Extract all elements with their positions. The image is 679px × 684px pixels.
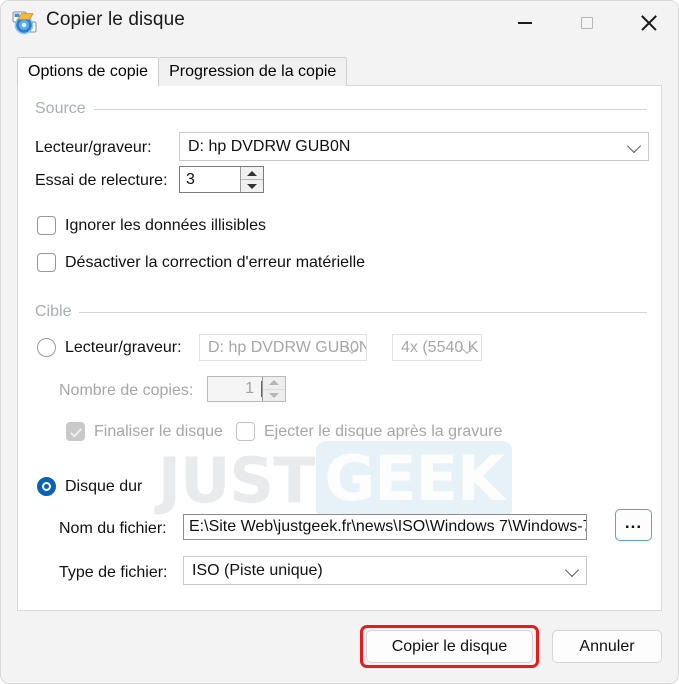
copy-disc-window: Copier le disque Options de copie Progre… xyxy=(0,0,679,684)
hard-disk-radio[interactable] xyxy=(37,477,56,496)
window-title: Copier le disque xyxy=(46,9,185,30)
chevron-down-icon xyxy=(626,138,642,153)
hard-disk-radio-label: Disque dur xyxy=(65,477,143,495)
copies-label: Nombre de copies: xyxy=(59,382,194,399)
retry-stepper-up[interactable] xyxy=(241,167,263,180)
ignore-unreadable-label: Ignorer les données illisibles xyxy=(65,216,266,234)
maximize-button[interactable] xyxy=(556,1,618,45)
source-drive-label: Lecteur/graveur: xyxy=(35,139,152,156)
tab-copy-options[interactable]: Options de copie xyxy=(17,57,160,86)
retry-stepper-buttons[interactable] xyxy=(240,167,263,192)
disable-ecc-label: Désactiver la correction d'erreur matéri… xyxy=(65,253,366,271)
arrow-up-icon xyxy=(269,380,279,386)
target-drive-value: D: hp DVDRW GUB0N xyxy=(208,338,366,356)
retry-label: Essai de relecture: xyxy=(35,172,168,189)
disable-ecc-checkbox-row[interactable]: Désactiver la correction d'erreur matéri… xyxy=(37,253,365,272)
retry-stepper-down[interactable] xyxy=(241,180,263,192)
finalize-disc-checkbox-row[interactable]: Finaliser le disque xyxy=(66,422,223,441)
disc-copy-icon xyxy=(12,10,38,36)
arrow-down-icon xyxy=(269,392,279,398)
watermark-just: JUST xyxy=(158,443,315,517)
source-drive-value: D: hp DVDRW GUB0N xyxy=(188,137,351,155)
copies-stepper-up[interactable] xyxy=(263,377,285,390)
copies-stepper-buttons[interactable] xyxy=(262,377,285,401)
close-icon xyxy=(640,14,658,32)
tab-copy-progress[interactable]: Progression de la copie xyxy=(159,57,348,86)
copies-stepper-down[interactable] xyxy=(263,389,285,401)
target-drive-select[interactable]: D: hp DVDRW GUB0N xyxy=(199,334,367,361)
eject-disc-checkbox-row[interactable]: Ejecter le disque après la gravure xyxy=(236,422,502,441)
tab-strip: Options de copie Progression de la copie xyxy=(17,57,348,86)
arrow-down-icon xyxy=(247,183,257,189)
maximize-icon xyxy=(581,17,593,29)
filetype-select[interactable]: ISO (Piste unique) xyxy=(183,556,587,585)
watermark-geek: GEEK xyxy=(324,442,505,515)
target-drive-radio[interactable] xyxy=(37,338,56,357)
filetype-label: Type de fichier: xyxy=(59,564,168,581)
cancel-button[interactable]: Annuler xyxy=(552,630,662,663)
source-group-divider xyxy=(93,108,647,110)
finalize-disc-label: Finaliser le disque xyxy=(94,422,223,440)
copy-options-panel: JUST GEEK Source Lecteur/graveur: D: hp … xyxy=(17,85,662,611)
target-group-label: Cible xyxy=(35,303,72,320)
filename-value: E:\Site Web\justgeek.fr\news\ISO\Windows… xyxy=(189,518,587,535)
source-group-header: Source xyxy=(35,100,647,118)
title-bar: Copier le disque xyxy=(1,1,678,45)
filename-label: Nom du fichier: xyxy=(59,520,167,537)
source-group-label: Source xyxy=(35,100,86,117)
minimize-button[interactable] xyxy=(494,1,556,45)
target-drive-radio-row[interactable]: Lecteur/graveur: xyxy=(37,338,182,357)
eject-disc-label: Ejecter le disque après la gravure xyxy=(264,422,503,440)
copies-value: 1 xyxy=(245,380,254,397)
retry-count-value: 3 xyxy=(186,170,195,188)
target-group-header: Cible xyxy=(35,303,647,321)
target-drive-radio-label: Lecteur/graveur: xyxy=(65,338,182,356)
copy-disc-button[interactable]: Copier le disque xyxy=(366,630,533,663)
source-drive-select[interactable]: D: hp DVDRW GUB0N xyxy=(179,132,649,161)
chevron-down-icon xyxy=(564,562,580,577)
justgeek-watermark: JUST GEEK xyxy=(158,441,512,519)
hard-disk-radio-row[interactable]: Disque dur xyxy=(37,477,142,496)
target-group-divider xyxy=(79,311,647,313)
arrow-up-icon xyxy=(247,170,257,176)
eject-disc-checkbox[interactable] xyxy=(236,422,255,441)
browse-button[interactable]: ... xyxy=(615,509,652,541)
disable-ecc-checkbox[interactable] xyxy=(37,253,56,272)
finalize-disc-checkbox[interactable] xyxy=(66,422,85,441)
ignore-unreadable-checkbox[interactable] xyxy=(37,216,56,235)
window-controls xyxy=(494,1,678,45)
copies-stepper[interactable]: 1 xyxy=(207,376,286,402)
watermark-geek-box: GEEK xyxy=(316,441,512,519)
ignore-unreadable-checkbox-row[interactable]: Ignorer les données illisibles xyxy=(37,216,266,235)
filetype-value: ISO (Piste unique) xyxy=(192,561,323,579)
filename-input[interactable]: E:\Site Web\justgeek.fr\news\ISO\Windows… xyxy=(183,514,587,540)
retry-count-stepper[interactable]: 3 xyxy=(179,166,264,193)
close-button[interactable] xyxy=(618,1,678,45)
minimize-icon xyxy=(518,22,532,24)
target-speed-select[interactable]: 4x (5540 K xyxy=(392,334,482,361)
